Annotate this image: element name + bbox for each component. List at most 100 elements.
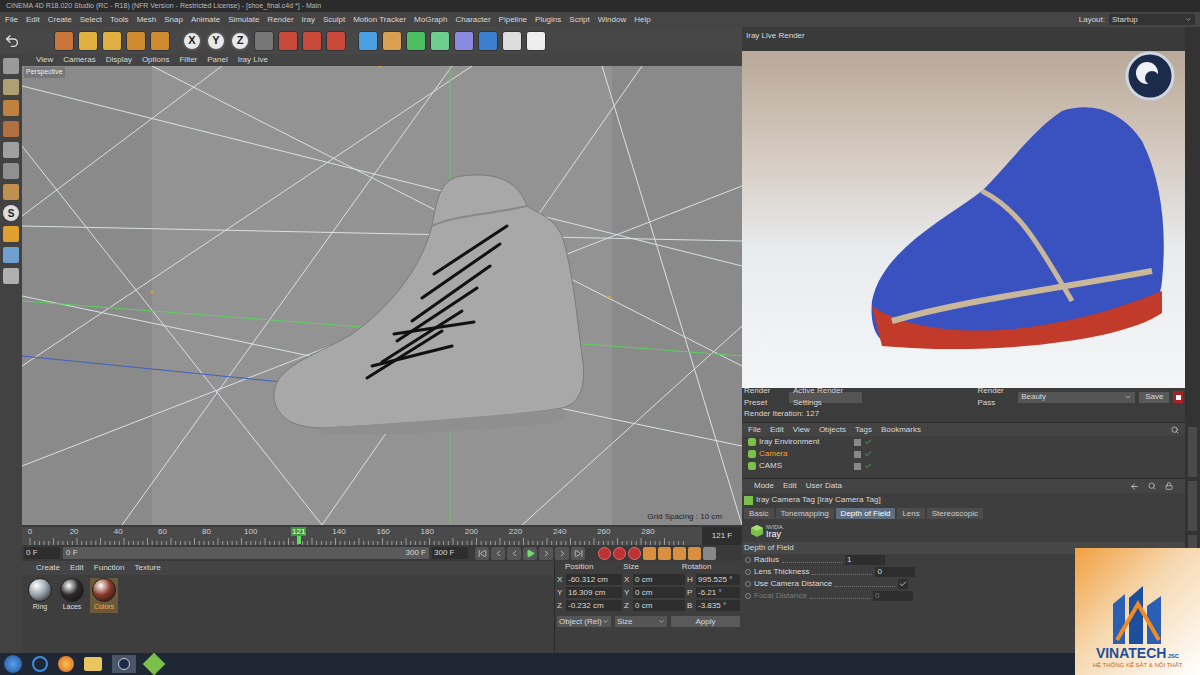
next-frame-button[interactable]: [539, 547, 553, 560]
tool-icon[interactable]: [3, 121, 19, 137]
menu-item[interactable]: Help: [634, 14, 650, 26]
object-row[interactable]: Iray Environment: [742, 436, 1185, 448]
range-slider[interactable]: 0 F300 F: [63, 547, 429, 559]
tool-icon[interactable]: [526, 31, 546, 51]
tool-icon[interactable]: [3, 79, 19, 95]
number-field[interactable]: 0: [875, 567, 915, 577]
material-item[interactable]: Ring: [26, 578, 54, 613]
menu-item[interactable]: Plugins: [535, 14, 561, 26]
tool-icon[interactable]: [358, 31, 378, 51]
record-button[interactable]: [598, 547, 611, 560]
menu-item[interactable]: Character: [455, 14, 490, 26]
size-dropdown[interactable]: Size: [615, 616, 667, 627]
menu-item[interactable]: Options: [142, 54, 170, 66]
key-tool-icon[interactable]: [658, 547, 671, 560]
tool-icon[interactable]: [454, 31, 474, 51]
size-field[interactable]: 0 cm: [633, 600, 685, 611]
menu-item[interactable]: Mode: [754, 480, 774, 492]
menu-item[interactable]: Edit: [770, 424, 784, 436]
tool-icon[interactable]: [326, 31, 346, 51]
tab[interactable]: Basic: [744, 508, 774, 519]
side-tab[interactable]: [1188, 427, 1197, 477]
menu-item[interactable]: File: [748, 424, 761, 436]
menu-item[interactable]: Render: [267, 14, 293, 26]
object-row[interactable]: CAMS: [742, 460, 1185, 472]
tool-icon[interactable]: [302, 31, 322, 51]
preset-dropdown[interactable]: Active Render Settings: [789, 392, 862, 403]
menu-item[interactable]: Script: [569, 14, 589, 26]
snap-button[interactable]: S: [3, 205, 19, 221]
menu-item[interactable]: Mesh: [137, 14, 157, 26]
firefox-icon[interactable]: [58, 656, 74, 672]
material-item[interactable]: Laces: [58, 578, 86, 613]
tool-icon[interactable]: [126, 31, 146, 51]
menu-item[interactable]: Snap: [164, 14, 183, 26]
menu-item[interactable]: Edit: [26, 14, 40, 26]
menu-item[interactable]: Texture: [135, 562, 161, 574]
menu-item[interactable]: Edit: [70, 562, 84, 574]
rotation-field[interactable]: -3.835 °: [696, 600, 740, 611]
tool-icon[interactable]: [54, 31, 74, 51]
menu-item[interactable]: Iray Live: [238, 54, 268, 66]
key-tool-icon[interactable]: [643, 547, 656, 560]
menu-item[interactable]: Sculpt: [323, 14, 345, 26]
object-row[interactable]: Camera: [742, 448, 1185, 460]
menu-item[interactable]: Display: [106, 54, 132, 66]
material-item[interactable]: Colors: [90, 578, 118, 613]
tool-icon[interactable]: [3, 226, 19, 242]
menu-item[interactable]: Panel: [207, 54, 227, 66]
tool-icon[interactable]: [430, 31, 450, 51]
tool-icon[interactable]: [478, 31, 498, 51]
menu-item[interactable]: Window: [598, 14, 626, 26]
start-frame-field[interactable]: 0 F: [24, 547, 60, 559]
tool-icon[interactable]: [3, 100, 19, 116]
apply-button[interactable]: Apply: [671, 616, 740, 627]
go-end-button[interactable]: [571, 547, 585, 560]
tool-icon[interactable]: [3, 142, 19, 158]
next-key-button[interactable]: [555, 547, 569, 560]
menu-item[interactable]: Motion Tracker: [353, 14, 406, 26]
tool-icon[interactable]: [382, 31, 402, 51]
tool-icon[interactable]: [3, 268, 19, 284]
menu-item[interactable]: View: [36, 54, 53, 66]
menu-item[interactable]: Create: [36, 562, 60, 574]
folder-icon[interactable]: [84, 657, 102, 671]
checkbox[interactable]: [898, 579, 908, 589]
tool-icon[interactable]: [3, 163, 19, 179]
timeline-track[interactable]: 020406080100140160180200220240260280121: [22, 527, 702, 545]
number-field[interactable]: 0: [873, 591, 913, 601]
end-frame-field[interactable]: 300 F: [432, 547, 468, 559]
key-tool-icon[interactable]: [688, 547, 701, 560]
menu-item[interactable]: View: [793, 424, 810, 436]
cinema4d-icon[interactable]: [112, 655, 136, 673]
iray-icon[interactable]: [143, 653, 166, 675]
size-field[interactable]: 0 cm: [633, 587, 685, 598]
menu-item[interactable]: Select: [80, 14, 102, 26]
menu-item[interactable]: Iray: [302, 14, 315, 26]
prev-key-button[interactable]: [491, 547, 505, 560]
pass-dropdown[interactable]: Beauty: [1018, 392, 1135, 403]
tool-icon[interactable]: [3, 184, 19, 200]
tool-icon[interactable]: [102, 31, 122, 51]
tab[interactable]: Stereoscopic: [927, 508, 983, 519]
rotation-field[interactable]: -6.21 °: [696, 587, 740, 598]
tool-icon[interactable]: [3, 247, 19, 263]
menu-item[interactable]: Filter: [179, 54, 197, 66]
key-tool-icon[interactable]: [673, 547, 686, 560]
tool-icon[interactable]: [278, 31, 298, 51]
axis-lock-button[interactable]: Y: [206, 31, 226, 51]
position-field[interactable]: -60.312 cm: [566, 574, 622, 585]
layout-dropdown[interactable]: Startup: [1109, 14, 1195, 25]
menu-item[interactable]: Objects: [819, 424, 846, 436]
menu-item[interactable]: Pipeline: [499, 14, 527, 26]
tab[interactable]: Depth of Field: [836, 508, 896, 519]
mode-dropdown[interactable]: Object (Rel): [557, 616, 611, 627]
current-frame-field[interactable]: 121 F: [702, 527, 742, 545]
position-field[interactable]: 16.309 cm: [566, 587, 622, 598]
tab[interactable]: Tonemapping: [776, 508, 834, 519]
prev-frame-button[interactable]: [507, 547, 521, 560]
tab[interactable]: Lens: [897, 508, 924, 519]
menu-item[interactable]: Function: [94, 562, 125, 574]
stop-button[interactable]: [1173, 391, 1183, 403]
tool-icon[interactable]: [254, 31, 274, 51]
